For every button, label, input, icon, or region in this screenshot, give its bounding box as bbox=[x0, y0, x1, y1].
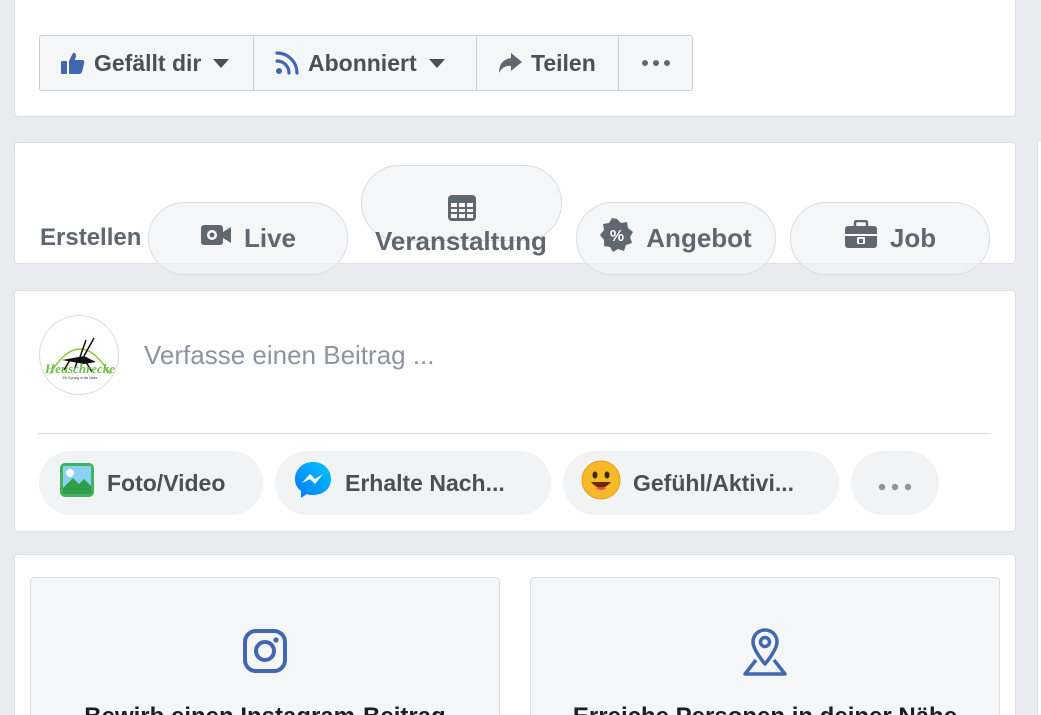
create-offer-button[interactable]: % Angebot bbox=[576, 202, 776, 275]
right-column-card bbox=[1037, 142, 1041, 715]
photo-video-button[interactable]: Foto/Video bbox=[39, 451, 263, 515]
location-pin-icon bbox=[740, 628, 790, 683]
share-label: Teilen bbox=[531, 49, 596, 76]
photo-icon bbox=[59, 462, 95, 504]
composer-divider bbox=[38, 433, 991, 434]
page-action-buttons: Gefällt dir Abonniert Teilen bbox=[39, 35, 693, 91]
instagram-promo-label: Bewirb einen Instagram-Beitrag bbox=[31, 703, 499, 715]
create-live-button[interactable]: Live bbox=[148, 202, 348, 275]
subscribe-button[interactable]: Abonniert bbox=[254, 36, 477, 90]
briefcase-icon bbox=[844, 219, 878, 257]
feeling-activity-button[interactable]: Gefühl/Aktivi... bbox=[563, 451, 839, 515]
more-options-button[interactable] bbox=[619, 36, 692, 90]
ellipsis-icon bbox=[641, 59, 671, 67]
rss-icon bbox=[274, 50, 300, 76]
feeling-label: Gefühl/Aktivi... bbox=[633, 469, 795, 496]
promote-instagram-post-card[interactable]: Bewirb einen Instagram-Beitrag bbox=[30, 577, 500, 715]
share-arrow-icon bbox=[497, 51, 523, 75]
messenger-icon bbox=[293, 460, 333, 506]
live-label: Live bbox=[243, 223, 297, 253]
subscribe-label: Abonniert bbox=[308, 49, 417, 76]
messenger-label: Erhalte Nach... bbox=[345, 469, 505, 496]
thumbs-up-icon bbox=[60, 51, 86, 75]
offer-label: Angebot bbox=[646, 223, 752, 253]
avatar-name: Heuschrecke bbox=[44, 361, 115, 376]
share-button[interactable]: Teilen bbox=[477, 36, 619, 90]
smiley-icon bbox=[581, 460, 621, 506]
calendar-icon bbox=[447, 193, 477, 230]
svg-text:%: % bbox=[610, 228, 624, 245]
chevron-down-icon bbox=[213, 58, 230, 68]
more-post-options-button[interactable] bbox=[851, 451, 939, 515]
ellipsis-icon bbox=[878, 470, 912, 497]
create-job-button[interactable]: Job bbox=[790, 202, 990, 275]
job-label: Job bbox=[889, 223, 937, 253]
photo-video-label: Foto/Video bbox=[107, 469, 226, 496]
page-avatar[interactable]: Heuschrecke Ein Sprung in die Natur bbox=[39, 315, 119, 395]
post-composer-input[interactable]: Verfasse einen Beitrag ... bbox=[144, 340, 435, 371]
local-promo-label: Erreiche Personen in deiner Nähe bbox=[531, 703, 999, 715]
offer-badge-icon: % bbox=[600, 218, 634, 259]
chevron-down-icon bbox=[428, 58, 445, 68]
avatar-tagline: Ein Sprung in die Natur bbox=[62, 376, 98, 380]
like-label: Gefällt dir bbox=[94, 49, 202, 76]
create-label: Erstellen bbox=[40, 224, 142, 251]
instagram-icon bbox=[242, 628, 288, 679]
messenger-button[interactable]: Erhalte Nach... bbox=[275, 451, 551, 515]
video-camera-icon bbox=[200, 223, 232, 254]
reach-local-people-card[interactable]: Erreiche Personen in deiner Nähe bbox=[530, 577, 1000, 715]
event-label: Veranstaltung bbox=[375, 226, 547, 256]
like-button[interactable]: Gefällt dir bbox=[40, 36, 254, 90]
